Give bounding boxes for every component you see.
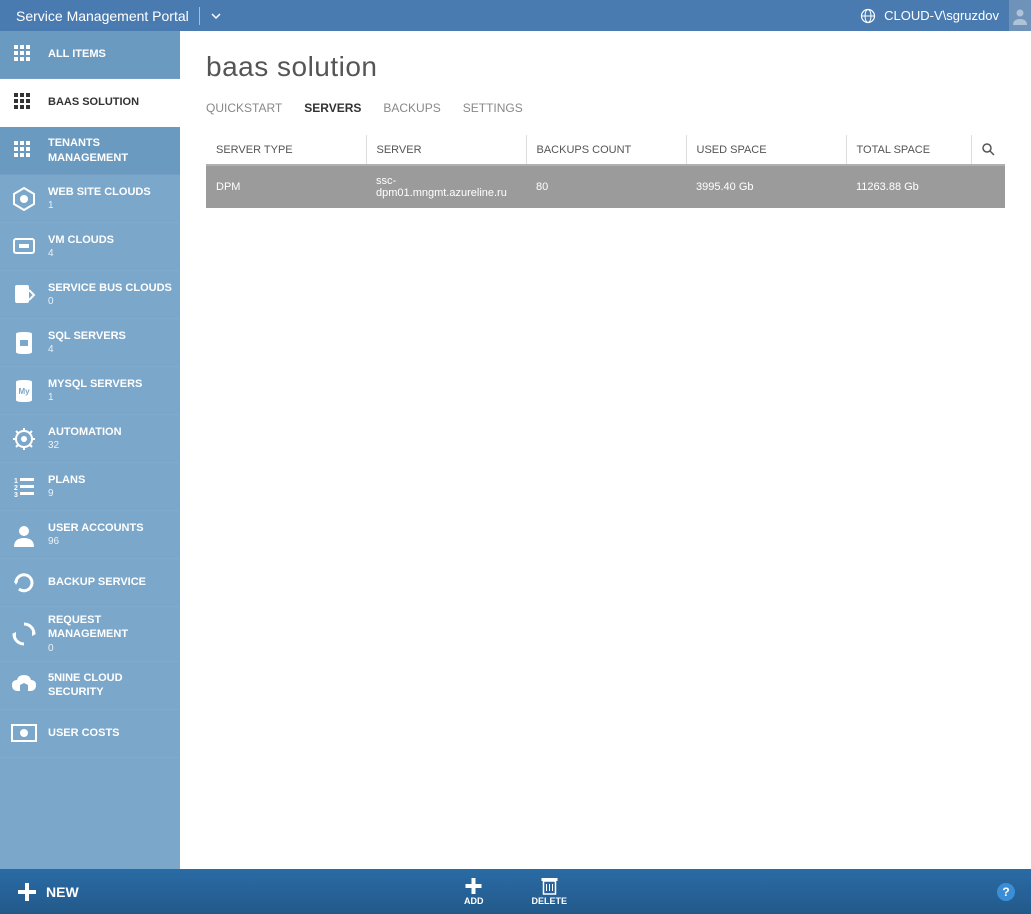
sidebar-item-label: 5NINE CLOUD SECURITY — [48, 671, 172, 700]
refresh-icon — [8, 567, 40, 599]
cloud-shield-icon — [8, 669, 40, 701]
header-divider — [199, 7, 200, 25]
sidebar-item-user-costs[interactable]: USER COSTS — [0, 710, 180, 758]
sidebar-item-label: WEB SITE CLOUDS — [48, 185, 151, 199]
cell-server: ssc-dpm01.mngmt.azureline.ru — [366, 165, 526, 208]
sidebar-item-count: 96 — [48, 535, 144, 548]
plus-icon — [16, 881, 38, 903]
sidebar-item-backup-service[interactable]: BACKUP SERVICE — [0, 559, 180, 607]
sidebar-item-label: MYSQL SERVERS — [48, 377, 142, 391]
sidebar-item-mysql-servers[interactable]: My MYSQL SERVERS 1 — [0, 367, 180, 415]
cell-server-type: DPM — [206, 165, 366, 208]
sidebar-item-user-accounts[interactable]: USER ACCOUNTS 96 — [0, 511, 180, 559]
col-server-type[interactable]: SERVER TYPE — [206, 135, 366, 165]
sidebar: ALL ITEMS BAAS SOLUTION TENANTS MANAGEME… — [0, 31, 180, 869]
svg-text:2: 2 — [14, 485, 18, 492]
tab-quickstart[interactable]: QUICKSTART — [206, 101, 282, 119]
sidebar-item-automation[interactable]: AUTOMATION 32 — [0, 415, 180, 463]
new-label: NEW — [46, 884, 79, 900]
sidebar-item-count: 9 — [48, 487, 85, 500]
sidebar-item-label: AUTOMATION — [48, 425, 122, 439]
col-server[interactable]: SERVER — [366, 135, 526, 165]
sidebar-item-baas-solution[interactable]: BAAS SOLUTION — [0, 79, 180, 127]
col-used-space[interactable]: USED SPACE — [686, 135, 846, 165]
svg-text:1: 1 — [14, 478, 18, 485]
sidebar-item-count: 4 — [48, 343, 126, 356]
sidebar-item-label: ALL ITEMS — [48, 47, 106, 61]
sidebar-item-count: 1 — [48, 199, 151, 212]
sidebar-item-all-items[interactable]: ALL ITEMS — [0, 31, 180, 79]
add-label: ADD — [464, 896, 484, 906]
sidebar-item-count: 32 — [48, 439, 122, 452]
sidebar-item-label: BAAS SOLUTION — [48, 95, 139, 109]
content-area: baas solution QUICKSTART SERVERS BACKUPS… — [180, 31, 1031, 869]
cell-backups-count: 80 — [526, 165, 686, 208]
sidebar-item-service-bus-clouds[interactable]: SERVICE BUS CLOUDS 0 — [0, 271, 180, 319]
monitor-icon — [8, 231, 40, 263]
sidebar-item-request-management[interactable]: REQUEST MANAGEMENT 0 — [0, 607, 180, 662]
bottom-bar: NEW ADD DELETE ? — [0, 869, 1031, 914]
sidebar-item-label: VM CLOUDS — [48, 233, 114, 247]
sidebar-item-label: USER ACCOUNTS — [48, 521, 144, 535]
add-button[interactable]: ADD — [464, 877, 484, 906]
hexagon-icon — [8, 183, 40, 215]
money-icon — [8, 717, 40, 749]
sidebar-item-vm-clouds[interactable]: VM CLOUDS 4 — [0, 223, 180, 271]
sidebar-item-plans[interactable]: 123 PLANS 9 — [0, 463, 180, 511]
sidebar-item-label: USER COSTS — [48, 726, 120, 740]
sidebar-item-label: TENANTS MANAGEMENT — [48, 136, 172, 165]
search-icon[interactable] — [972, 135, 1006, 165]
sidebar-item-label: BACKUP SERVICE — [48, 575, 146, 589]
sidebar-item-count: 4 — [48, 247, 114, 260]
svg-text:3: 3 — [14, 492, 18, 499]
cell-used-space: 3995.40 Gb — [686, 165, 846, 208]
page-title: baas solution — [206, 51, 1005, 83]
database-my-icon: My — [8, 375, 40, 407]
grid-icon — [8, 87, 40, 119]
col-total-space[interactable]: TOTAL SPACE — [846, 135, 972, 165]
sidebar-item-label: SERVICE BUS CLOUDS — [48, 281, 172, 295]
cell-total-space: 11263.88 Gb — [846, 165, 1005, 208]
list-icon: 123 — [8, 471, 40, 503]
sidebar-item-label: SQL SERVERS — [48, 329, 126, 343]
tab-servers[interactable]: SERVERS — [304, 101, 361, 119]
sidebar-item-count: 0 — [48, 642, 172, 655]
sidebar-item-count: 0 — [48, 295, 172, 308]
database-icon — [8, 327, 40, 359]
help-button[interactable]: ? — [997, 883, 1015, 901]
col-backups-count[interactable]: BACKUPS COUNT — [526, 135, 686, 165]
top-header: Service Management Portal CLOUD-V\sgruzd… — [0, 0, 1031, 31]
chevron-down-icon[interactable] — [210, 10, 222, 22]
svg-text:My: My — [18, 387, 30, 396]
cycle-icon — [8, 618, 40, 650]
trash-icon — [541, 877, 557, 895]
user-name[interactable]: CLOUD-V\sgruzdov — [884, 8, 999, 23]
grid-icon — [8, 39, 40, 71]
table-row[interactable]: DPM ssc-dpm01.mngmt.azureline.ru 80 3995… — [206, 165, 1005, 208]
user-icon — [8, 519, 40, 551]
new-button[interactable]: NEW — [16, 881, 79, 903]
tab-backups[interactable]: BACKUPS — [383, 101, 440, 119]
avatar[interactable] — [1009, 0, 1031, 31]
delete-label: DELETE — [531, 896, 567, 906]
sidebar-item-label: REQUEST MANAGEMENT — [48, 613, 172, 642]
bus-icon — [8, 279, 40, 311]
servers-table: SERVER TYPE SERVER BACKUPS COUNT USED SP… — [206, 135, 1005, 208]
delete-button[interactable]: DELETE — [531, 877, 567, 906]
sidebar-item-tenants-management[interactable]: TENANTS MANAGEMENT — [0, 127, 180, 175]
sidebar-item-web-site-clouds[interactable]: WEB SITE CLOUDS 1 — [0, 175, 180, 223]
plus-icon — [465, 877, 483, 895]
sidebar-item-5nine-cloud-security[interactable]: 5NINE CLOUD SECURITY — [0, 662, 180, 710]
tabs: QUICKSTART SERVERS BACKUPS SETTINGS — [206, 101, 1005, 119]
gear-icon — [8, 423, 40, 455]
globe-icon[interactable] — [860, 8, 876, 24]
sidebar-item-label: PLANS — [48, 473, 85, 487]
tab-settings[interactable]: SETTINGS — [463, 101, 523, 119]
grid-icon — [8, 135, 40, 167]
sidebar-item-sql-servers[interactable]: SQL SERVERS 4 — [0, 319, 180, 367]
portal-title: Service Management Portal — [16, 8, 189, 24]
sidebar-item-count: 1 — [48, 391, 142, 404]
